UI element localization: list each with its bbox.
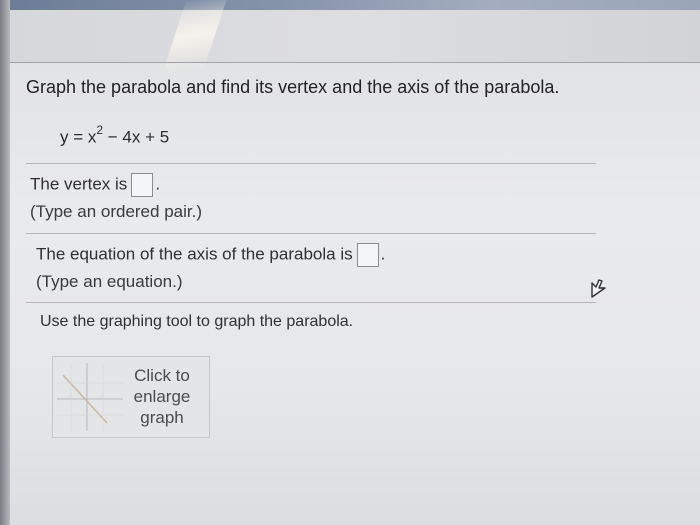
graph-thumbnail-icon (57, 363, 123, 431)
axis-answer-box[interactable] (356, 243, 379, 267)
vertex-suffix: . (155, 174, 161, 194)
graph-instruction: Use the graphing tool to graph the parab… (40, 313, 354, 330)
axis-suffix: . (380, 244, 386, 264)
window-header-bar (0, 0, 700, 10)
enlarge-graph-label: Click to enlarge graph (133, 366, 191, 427)
vertex-row: The vertex is. (30, 173, 160, 197)
axis-hint: (Type an equation.) (36, 272, 183, 291)
section-divider (26, 233, 596, 234)
question-panel: Graph the parabola and find its vertex a… (10, 63, 700, 525)
equation-rhs: − 4x + 5 (103, 127, 170, 147)
vertex-hint: (Type an ordered pair.) (30, 202, 202, 221)
top-toolbar-area (10, 10, 700, 62)
parabola-equation: y = x2 − 4x + 5 (60, 123, 170, 148)
vertex-answer-box[interactable] (131, 173, 154, 197)
screen: Graph the parabola and find its vertex a… (0, 0, 700, 525)
enlarge-graph-button[interactable]: Click to enlarge graph (52, 356, 210, 438)
axis-prompt: The equation of the axis of the parabola… (36, 244, 353, 264)
left-bezel (0, 0, 10, 525)
section-divider (26, 163, 596, 164)
section-divider (26, 302, 596, 303)
axis-row: The equation of the axis of the parabola… (36, 243, 385, 267)
pointer-cursor-icon (591, 279, 606, 298)
vertex-prompt: The vertex is (30, 174, 128, 194)
equation-exponent: 2 (96, 123, 104, 137)
question-title: Graph the parabola and find its vertex a… (26, 77, 560, 97)
equation-lhs: y = x (60, 127, 97, 147)
